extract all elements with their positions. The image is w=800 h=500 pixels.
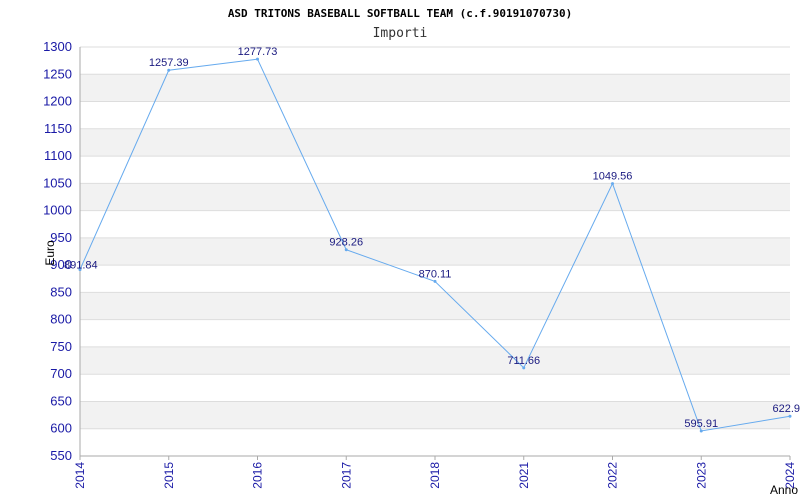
plot-bands — [80, 74, 790, 429]
data-label: 891.84 — [64, 260, 98, 272]
y-axis-label: Euro — [43, 240, 57, 266]
y-tick-label: 700 — [50, 366, 72, 381]
data-label: 928.26 — [329, 237, 363, 249]
y-tick-label: 1150 — [44, 121, 72, 136]
y-tick-label: 800 — [50, 312, 72, 327]
y-tick-label: 600 — [50, 421, 72, 436]
line-chart: ASD TRITONS BASEBALL SOFTBALL TEAM (c.f.… — [43, 7, 800, 497]
data-label: 711.66 — [507, 355, 540, 367]
grid-band — [80, 237, 790, 266]
x-tick-label: 2022 — [606, 462, 620, 489]
data-label: 1257.39 — [149, 57, 189, 69]
x-tick-label: 2014 — [73, 462, 87, 489]
data-label: 870.11 — [419, 268, 452, 280]
y-tick-label: 750 — [50, 339, 72, 354]
y-tick-label: 1100 — [44, 148, 72, 163]
y-tick-label: 1000 — [43, 203, 72, 218]
y-tick-label: 850 — [50, 284, 72, 299]
data-label: 622.9 — [772, 403, 800, 415]
grid-band — [80, 183, 790, 211]
y-tick-label: 1250 — [43, 66, 72, 81]
grid-band — [80, 128, 790, 157]
y-tick-label: 1300 — [43, 39, 72, 54]
grid-band — [80, 346, 790, 375]
x-tick-label: 2017 — [339, 462, 353, 489]
grid-band — [80, 74, 790, 102]
data-label: 1277.73 — [238, 46, 278, 58]
x-tick-label: 2018 — [428, 462, 442, 489]
x-axis-label: Anno — [770, 483, 798, 497]
x-tick-label: 2015 — [162, 462, 176, 489]
grid-band — [80, 292, 790, 320]
y-tick-label: 650 — [50, 393, 72, 408]
x-tick-label: 2016 — [251, 462, 265, 489]
y-tick-label: 550 — [50, 448, 72, 463]
data-label: 1049.56 — [593, 171, 633, 183]
x-tick-label: 2021 — [517, 462, 531, 489]
x-tick-label: 2023 — [694, 462, 708, 489]
y-tick-label: 1200 — [43, 94, 72, 109]
chart-subtitle: Importi — [373, 26, 428, 41]
data-label: 595.91 — [684, 418, 718, 430]
x-tick-labels: 2014 2015 2016 2017 2018 2021 2022 2023 2024 — [73, 462, 797, 489]
y-tick-label: 1050 — [43, 175, 72, 190]
chart-title: ASD TRITONS BASEBALL SOFTBALL TEAM (c.f.… — [228, 7, 572, 20]
